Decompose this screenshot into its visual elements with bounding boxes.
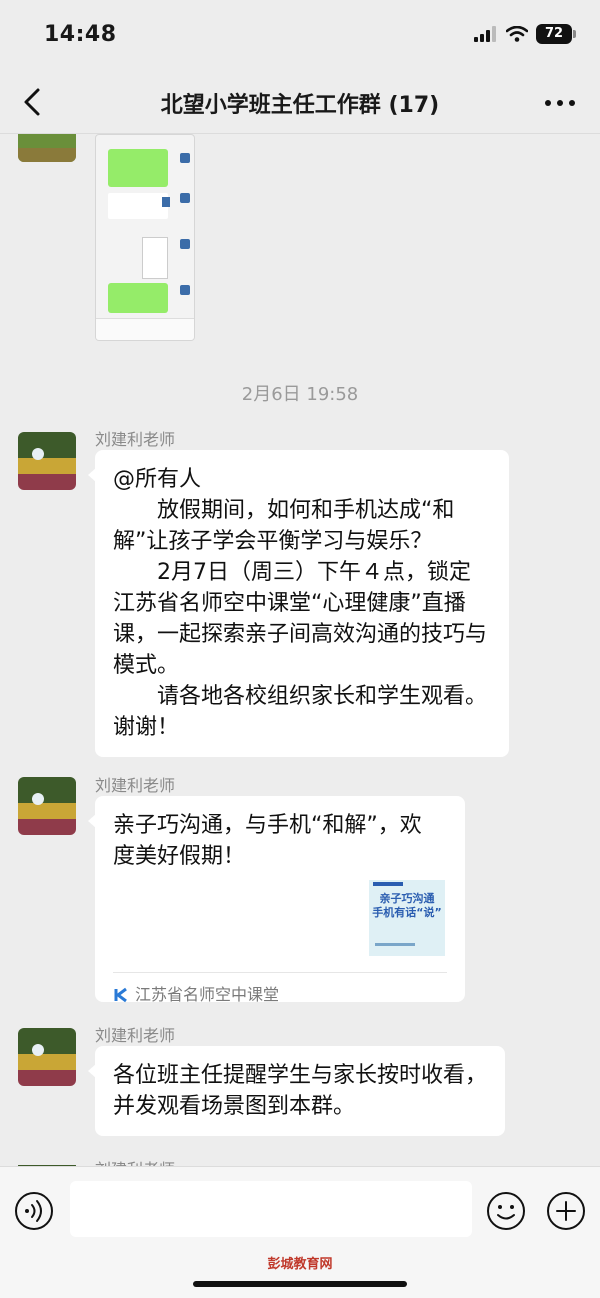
avatar[interactable] [18,134,76,162]
battery-indicator: 72 [536,24,576,44]
avatar[interactable] [18,1028,76,1086]
watermark: 彭城教育网 [267,1257,333,1272]
message-input[interactable] [70,1181,472,1237]
sender-name: 刘建利老师 [95,1156,175,1166]
message-text: 各位班主任提醒学生与家长按时收看，并发观看场景图到本群。 [113,1063,488,1119]
chat-area[interactable]: 2月6日 19:58 刘建利老师 @所有人 放假期间，如何和手机达成“和解”让孩… [0,134,600,1166]
more-icon[interactable] [542,88,578,118]
text-message[interactable]: @所有人 放假期间，如何和手机达成“和解”让孩子学会平衡学习与娱乐？ 2月7日（… [88,450,509,757]
avatar[interactable] [18,777,76,835]
image-message[interactable] [95,134,195,341]
sender-name: 刘建利老师 [95,776,176,795]
message-timestamp: 2月6日 19:58 [241,384,359,405]
link-card-message[interactable]: 亲子巧沟通，与手机“和解”，欢度美好假期！ 亲子巧沟通 手机有话“说” 江苏省名… [88,796,465,1004]
emoji-icon[interactable] [486,1191,526,1231]
nav-bar: 北望小学班主任工作群 (17) [0,70,600,134]
link-source-name: 江苏省名师空中课堂 [135,985,280,1004]
chat-title: 北望小学班主任工作群 (17) [160,93,440,118]
sender-name: 刘建利老师 [95,1026,176,1045]
link-thumbnail: 亲子巧沟通 手机有话“说” [369,880,445,956]
wifi-icon [506,26,528,42]
status-time: 14:48 [44,22,117,47]
link-source-icon [114,987,127,1002]
avatar[interactable] [18,432,76,490]
voice-icon[interactable] [14,1191,54,1231]
message-line: 放假期间，如何和手机达成“和解”让孩子学会平衡学习与娱乐？ [113,498,455,554]
thumbnail-subtitle: 手机有话“说” [372,906,442,919]
link-source: 江苏省名师空中课堂 [113,972,447,1010]
signal-icon [474,26,496,42]
status-bar: 14:48 72 [0,0,600,70]
message-line: 2月7日（周三）下午４点，锁定江苏省名师空中课堂“心理健康”直播课，一起探索亲子… [113,560,488,678]
sender-name: 刘建利老师 [95,430,176,449]
home-indicator[interactable] [193,1281,407,1287]
status-icons: 72 [474,24,576,44]
plus-icon[interactable] [546,1191,586,1231]
input-bar: 彭城教育网 [0,1166,600,1298]
thumbnail-title: 亲子巧沟通 [379,892,435,905]
message-line: 请各地各校组织家长和学生观看。谢谢！ [113,684,488,740]
text-message[interactable]: 各位班主任提醒学生与家长按时收看，并发观看场景图到本群。 [88,1046,505,1136]
link-title: 亲子巧沟通，与手机“和解”，欢度美好假期！ [113,813,422,869]
message-line: @所有人 [113,467,202,492]
